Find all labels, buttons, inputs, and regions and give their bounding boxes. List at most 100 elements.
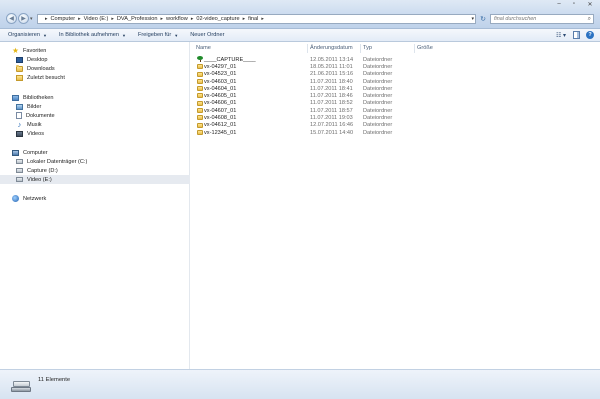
nav-desktop[interactable]: Desktop bbox=[0, 55, 190, 64]
breadcrumb-video-e[interactable]: Video (E:) ▸ bbox=[84, 16, 117, 22]
favorites-group: ★ Favoriten Desktop Downloads Zuletzt bes… bbox=[0, 46, 190, 82]
file-type: Dateiordner bbox=[363, 93, 393, 100]
search-box[interactable]: ⌕ bbox=[490, 14, 594, 24]
new-folder-button[interactable]: Neuer Ordner bbox=[190, 32, 224, 38]
folder-icon bbox=[197, 93, 203, 99]
breadcrumb-video-capture[interactable]: 02-video_capture ▸ bbox=[196, 16, 248, 22]
chevron-right-icon[interactable]: ▸ bbox=[191, 16, 194, 22]
file-name: vx-04604_01 bbox=[204, 85, 237, 92]
breadcrumb-final[interactable]: final ▸ bbox=[248, 16, 267, 22]
file-date: 18.05.2011 11:01 bbox=[310, 63, 353, 70]
breadcrumb-computer[interactable]: Computer ▸ bbox=[51, 16, 84, 22]
nav-downloads[interactable]: Downloads bbox=[0, 64, 190, 73]
help-icon[interactable]: ? bbox=[586, 31, 594, 39]
nav-pictures[interactable]: Bilder bbox=[0, 102, 190, 111]
file-row[interactable]: vx-04607_01 11.07.2011 18:57 Dateiordner bbox=[191, 107, 600, 114]
tree-icon bbox=[197, 56, 203, 62]
folder-icon bbox=[197, 64, 203, 70]
column-header-name[interactable]: Name bbox=[196, 45, 211, 51]
nav-libraries[interactable]: Bibliotheken bbox=[0, 93, 190, 102]
navigation-pane: ★ Favoriten Desktop Downloads Zuletzt bes… bbox=[0, 42, 190, 369]
search-icon[interactable]: ⌕ bbox=[588, 16, 591, 23]
minimize-button[interactable]: – bbox=[552, 0, 566, 8]
nav-documents[interactable]: Dokumente bbox=[0, 111, 190, 120]
file-row[interactable]: vx-04523_01 21.06.2011 15:16 Dateiordner bbox=[191, 71, 600, 78]
chevron-right-icon[interactable]: ▸ bbox=[78, 16, 81, 22]
column-header-type[interactable]: Typ bbox=[363, 45, 372, 51]
nav-music[interactable]: ♪ Musik bbox=[0, 120, 190, 129]
organize-button[interactable]: Organisieren ▼ bbox=[8, 32, 47, 38]
file-date: 12.05.2011 13:14 bbox=[310, 56, 354, 63]
nav-computer[interactable]: Computer bbox=[0, 148, 190, 157]
recent-places-icon bbox=[16, 74, 23, 81]
file-row[interactable]: ____CAPTURE____ 12.05.2011 13:14 Dateiordn… bbox=[191, 56, 600, 63]
chevron-right-icon[interactable]: ▸ bbox=[161, 16, 164, 22]
file-type: Dateiordner bbox=[363, 115, 393, 122]
file-date: 11.07.2011 18:40 bbox=[310, 78, 353, 85]
file-row[interactable]: vx-04297_01 18.05.2011 11:01 Dateiordner bbox=[191, 63, 600, 70]
column-divider[interactable] bbox=[360, 44, 361, 53]
nav-videos[interactable]: Videos bbox=[0, 129, 190, 138]
maximize-button[interactable]: ▫ bbox=[567, 0, 581, 8]
close-button[interactable]: ✕ bbox=[582, 0, 598, 8]
nav-network[interactable]: Netzwerk bbox=[0, 194, 190, 203]
breadcrumb-dva-profession[interactable]: DVA_Profession ▸ bbox=[117, 16, 166, 22]
refresh-button[interactable]: ↻ bbox=[478, 14, 488, 24]
chevron-right-icon[interactable]: ▸ bbox=[243, 16, 246, 22]
share-with-button[interactable]: Freigeben für ▼ bbox=[138, 32, 178, 38]
file-row[interactable]: vx-04605_01 11.07.2011 18:46 Dateiordner bbox=[191, 92, 600, 99]
back-button[interactable]: ◀ bbox=[6, 13, 17, 24]
column-divider[interactable] bbox=[307, 44, 308, 53]
back-arrow-icon: ◀ bbox=[9, 16, 14, 22]
chevron-right-icon[interactable]: ▸ bbox=[261, 16, 264, 22]
folder-icon bbox=[197, 86, 203, 92]
pictures-icon bbox=[16, 103, 23, 110]
documents-icon bbox=[16, 112, 22, 119]
nav-favorites[interactable]: ★ Favoriten bbox=[0, 46, 190, 55]
nav-recent-places[interactable]: Zuletzt besucht bbox=[0, 73, 190, 82]
file-name: vx-04606_01 bbox=[204, 100, 237, 107]
file-name: vx-12345_01 bbox=[204, 129, 237, 136]
chevron-down-icon: ▼ bbox=[174, 32, 179, 38]
forward-button[interactable]: ▶ bbox=[18, 13, 29, 24]
file-date: 15.07.2011 14:40 bbox=[310, 129, 354, 136]
address-history-dropdown-icon[interactable]: ▾ bbox=[471, 16, 474, 22]
music-icon: ♪ bbox=[17, 120, 22, 129]
breadcrumb-root-arrow[interactable]: ▸ bbox=[42, 16, 51, 22]
address-field[interactable]: ▸ Computer ▸ Video (E:) ▸ DVA_Profession ▸ … bbox=[37, 14, 476, 24]
folder-icon bbox=[197, 108, 203, 114]
include-in-library-button[interactable]: In Bibliothek aufnehmen ▼ bbox=[59, 32, 126, 38]
file-name: vx-04603_01 bbox=[204, 78, 237, 85]
status-bar: 11 Elemente bbox=[0, 369, 600, 399]
address-bar-area: – ▫ ✕ ◀ ▶ ▾ ▸ Computer ▸ Video (E:) ▸ DVA_… bbox=[0, 0, 600, 29]
column-header-size[interactable]: Größe bbox=[417, 45, 433, 51]
chevron-down-icon: ▼ bbox=[122, 32, 126, 38]
column-header-date[interactable]: Änderungsdatum bbox=[310, 45, 353, 51]
folder-icon bbox=[197, 115, 203, 121]
recent-pages-dropdown-icon[interactable]: ▾ bbox=[30, 16, 33, 22]
file-row[interactable]: vx-04612_01 12.07.2011 16:46 Dateiordner bbox=[191, 122, 600, 129]
chevron-right-icon[interactable]: ▸ bbox=[111, 16, 114, 22]
file-row[interactable]: vx-04603_01 11.07.2011 18:40 Dateiordner bbox=[191, 78, 600, 85]
file-type: Dateiordner bbox=[363, 122, 393, 129]
nav-drive-d[interactable]: Capture (D:) bbox=[0, 166, 190, 175]
command-bar: Organisieren ▼ In Bibliothek aufnehmen ▼ F… bbox=[0, 29, 600, 42]
file-list: Name Änderungsdatum Typ Größe ____CAPTUR… bbox=[191, 42, 600, 369]
file-row[interactable]: vx-04604_01 11.07.2011 18:41 Dateiordner bbox=[191, 85, 600, 92]
column-divider[interactable] bbox=[414, 44, 415, 53]
breadcrumb-workflow[interactable]: workflow ▸ bbox=[166, 16, 196, 22]
nav-drive-c[interactable]: Lokaler Datenträger (C:) bbox=[0, 157, 190, 166]
file-type: Dateiordner bbox=[363, 85, 393, 92]
change-view-icon[interactable]: ☷ ▾ bbox=[555, 31, 567, 39]
nav-drive-e-selected[interactable]: Video (E:) bbox=[0, 175, 190, 184]
preview-pane-icon[interactable] bbox=[573, 31, 580, 39]
file-row[interactable]: vx-04608_01 11.07.2011 19:03 Dateiordner bbox=[191, 114, 600, 121]
file-row[interactable]: vx-04606_01 11.07.2011 18:52 Dateiordner bbox=[191, 100, 600, 107]
search-input[interactable] bbox=[491, 15, 581, 23]
folder-icon bbox=[197, 100, 203, 106]
file-row[interactable]: vx-12345_01 15.07.2011 14:40 Dateiordner bbox=[191, 129, 600, 136]
file-rows: ____CAPTURE____ 12.05.2011 13:14 Dateiordn… bbox=[191, 56, 600, 136]
forward-arrow-icon: ▶ bbox=[21, 16, 26, 22]
window-controls: – ▫ ✕ bbox=[552, 0, 598, 8]
file-name: vx-04297_01 bbox=[204, 63, 237, 70]
